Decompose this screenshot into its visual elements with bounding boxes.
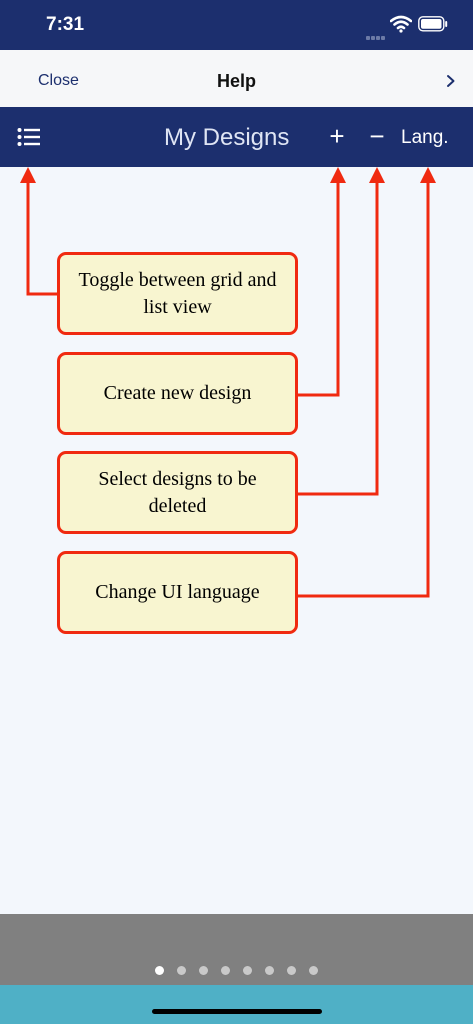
callout-toggle-view: Toggle between grid and list view	[57, 252, 298, 335]
home-indicator[interactable]	[152, 1009, 322, 1014]
callout-text: Select designs to be deleted	[98, 467, 257, 517]
pager-footer	[0, 914, 473, 985]
page-dot[interactable]	[221, 966, 230, 975]
page-dot[interactable]	[177, 966, 186, 975]
page-dot[interactable]	[243, 966, 252, 975]
callout-delete-designs: Select designs to be deleted	[57, 451, 298, 534]
page-dot[interactable]	[287, 966, 296, 975]
bottom-strip	[0, 985, 473, 1024]
page-dot[interactable]	[199, 966, 208, 975]
page-dot[interactable]	[309, 966, 318, 975]
page-dot[interactable]	[155, 966, 164, 975]
callout-create-design: Create new design	[57, 352, 298, 435]
callout-text: Create new design	[103, 382, 252, 404]
callout-change-language: Change UI language	[57, 551, 298, 634]
callout-text: Change UI language	[95, 581, 260, 603]
page-indicator[interactable]	[155, 966, 325, 976]
page-dot[interactable]	[265, 966, 274, 975]
callout-text: Toggle between grid and list view	[78, 268, 277, 318]
